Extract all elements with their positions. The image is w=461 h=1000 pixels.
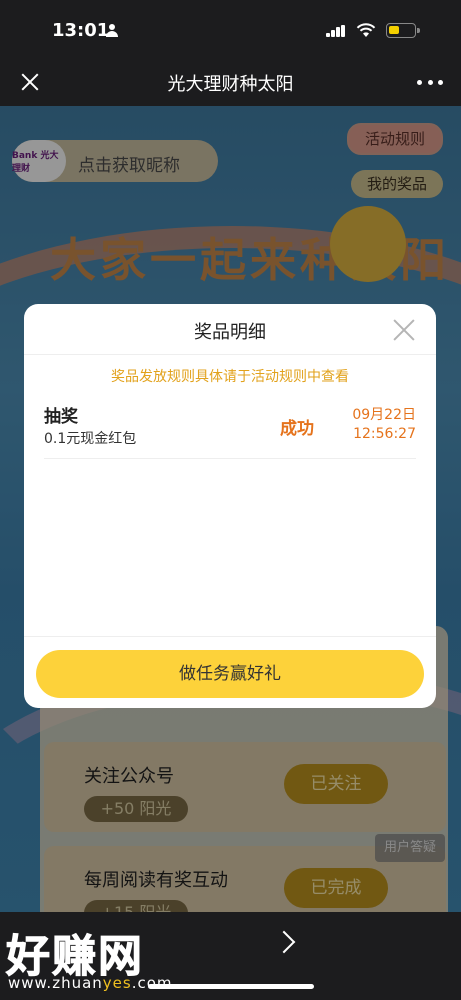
divider — [24, 354, 436, 355]
watermark-url-suffix: .com — [131, 974, 173, 992]
status-bar: 13:01 — [0, 0, 461, 58]
prize-detail-modal: 奖品明细 奖品发放规则具体请于活动规则中查看 抽奖 0.1元现金红包 成功 09… — [24, 304, 436, 708]
clock: 13:01 — [52, 20, 110, 41]
signal-icon — [326, 25, 346, 37]
person-icon — [106, 24, 118, 37]
more-icon[interactable] — [417, 72, 443, 92]
divider — [24, 636, 436, 637]
record-title: 抽奖 — [44, 407, 78, 427]
modal-title: 奖品明细 — [194, 322, 266, 343]
chevron-right-icon[interactable] — [272, 930, 296, 954]
wifi-icon — [356, 23, 376, 37]
record-status: 成功 — [280, 419, 314, 439]
watermark-url: www.zhuanyes.com — [8, 974, 173, 992]
do-tasks-button[interactable]: 做任务赢好礼 — [36, 650, 424, 698]
home-indicator[interactable] — [148, 984, 314, 989]
close-icon[interactable] — [392, 318, 416, 342]
bottom-bar: 好赚网 www.zhuanyes.com — [0, 912, 461, 1000]
watermark-url-highlight: yes — [102, 974, 132, 992]
watermark-url-prefix: www.zhuan — [8, 974, 103, 992]
record-time: 12:56:27 — [353, 426, 416, 442]
record-date: 09月22日 — [352, 407, 416, 423]
prize-record: 抽奖 0.1元现金红包 成功 09月22日 12:56:27 — [44, 402, 416, 459]
watermark: 好赚网 www.zhuanyes.com — [6, 920, 186, 994]
rules-notice: 奖品发放规则具体请于活动规则中查看 — [111, 369, 349, 385]
page-title: 光大理财种太阳 — [167, 74, 294, 95]
record-prize: 0.1元现金红包 — [44, 431, 137, 447]
battery-icon — [386, 23, 420, 38]
nav-bar: 光大理财种太阳 — [0, 58, 461, 106]
